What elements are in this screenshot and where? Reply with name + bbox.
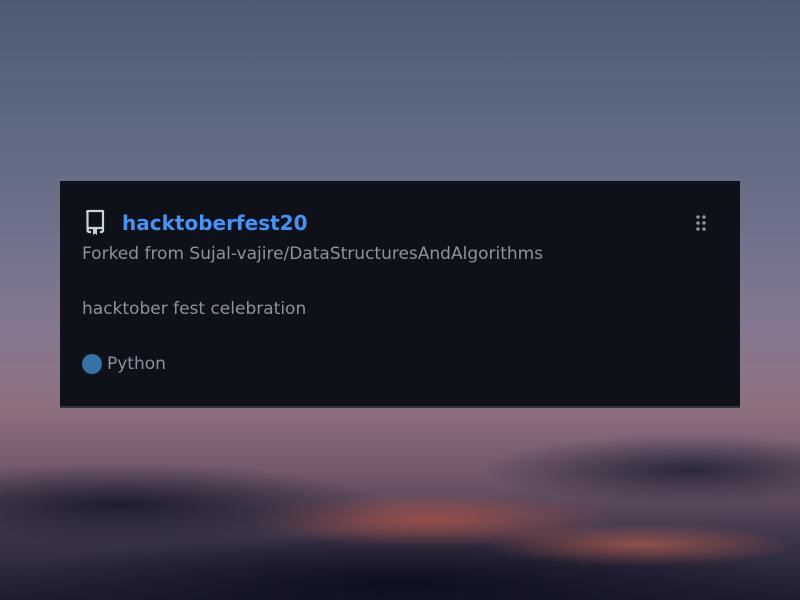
repo-icon [85, 209, 105, 235]
language-color-dot [82, 354, 102, 374]
forked-from-text: Forked from Sujal-vajire/DataStructuresA… [82, 244, 544, 264]
repo-name-link[interactable]: hacktoberfest20 [122, 210, 308, 236]
repo-description: hacktober fest celebration [82, 299, 307, 319]
grabber-icon[interactable] [693, 213, 709, 233]
language-label: Python [107, 354, 166, 374]
